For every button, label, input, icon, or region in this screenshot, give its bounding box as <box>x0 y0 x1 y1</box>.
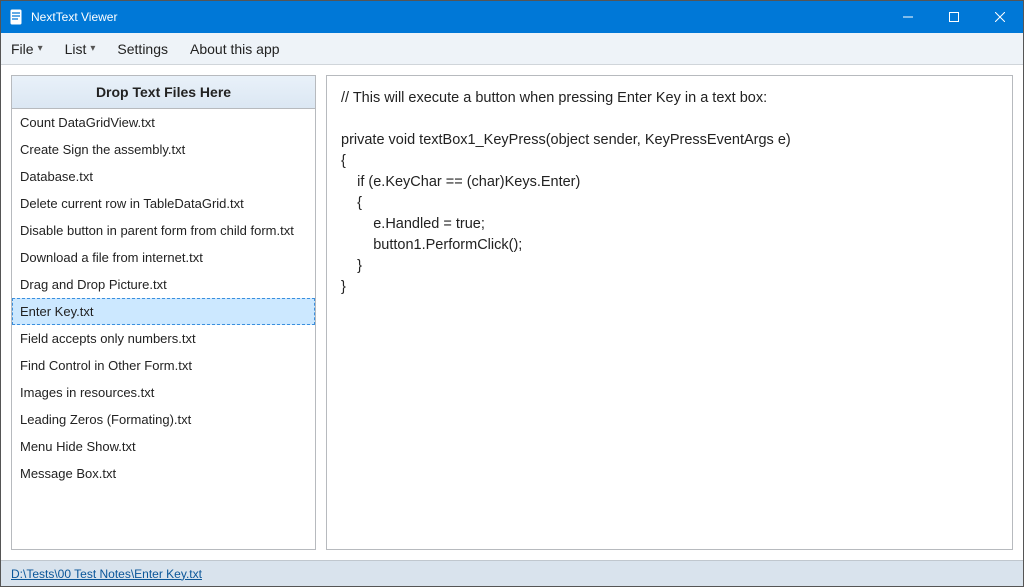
minimize-button[interactable] <box>885 1 931 33</box>
content-area: Drop Text Files Here Count DataGridView.… <box>1 65 1023 560</box>
file-item[interactable]: Download a file from internet.txt <box>12 244 315 271</box>
chevron-down-icon: ▾ <box>38 43 43 54</box>
app-icon <box>9 9 25 25</box>
text-viewer[interactable]: // This will execute a button when press… <box>326 75 1013 550</box>
menubar: File ▾ List ▾ Settings About this app <box>1 33 1023 65</box>
file-item[interactable]: Database.txt <box>12 163 315 190</box>
file-item[interactable]: Drag and Drop Picture.txt <box>12 271 315 298</box>
file-sidebar: Drop Text Files Here Count DataGridView.… <box>11 75 316 550</box>
titlebar: NextText Viewer <box>1 1 1023 33</box>
menu-settings[interactable]: Settings <box>115 37 170 61</box>
file-item[interactable]: Count DataGridView.txt <box>12 109 315 136</box>
file-item[interactable]: Images in resources.txt <box>12 379 315 406</box>
file-item[interactable]: Field accepts only numbers.txt <box>12 325 315 352</box>
file-item[interactable]: Delete current row in TableDataGrid.txt <box>12 190 315 217</box>
file-item[interactable]: Leading Zeros (Formating).txt <box>12 406 315 433</box>
chevron-down-icon: ▾ <box>90 43 95 54</box>
window-title: NextText Viewer <box>9 9 885 25</box>
menu-about-label: About this app <box>190 41 280 57</box>
file-list[interactable]: Count DataGridView.txtCreate Sign the as… <box>12 109 315 549</box>
file-item[interactable]: Disable button in parent form from child… <box>12 217 315 244</box>
file-item[interactable]: Menu Hide Show.txt <box>12 433 315 460</box>
menu-file-label: File <box>11 41 34 57</box>
file-item[interactable]: Create Sign the assembly.txt <box>12 136 315 163</box>
menu-file[interactable]: File ▾ <box>9 37 45 61</box>
window-controls <box>885 1 1023 33</box>
menu-list-label: List <box>65 41 87 57</box>
maximize-button[interactable] <box>931 1 977 33</box>
drop-zone-header[interactable]: Drop Text Files Here <box>12 76 315 109</box>
status-path-link[interactable]: D:\Tests\00 Test Notes\Enter Key.txt <box>11 567 202 581</box>
menu-about[interactable]: About this app <box>188 37 282 61</box>
file-item[interactable]: Find Control in Other Form.txt <box>12 352 315 379</box>
window-title-text: NextText Viewer <box>31 10 117 24</box>
menu-list[interactable]: List ▾ <box>63 37 98 61</box>
menu-settings-label: Settings <box>117 41 168 57</box>
statusbar: D:\Tests\00 Test Notes\Enter Key.txt <box>1 560 1023 586</box>
close-button[interactable] <box>977 1 1023 33</box>
file-item[interactable]: Message Box.txt <box>12 460 315 487</box>
file-item[interactable]: Enter Key.txt <box>12 298 315 325</box>
